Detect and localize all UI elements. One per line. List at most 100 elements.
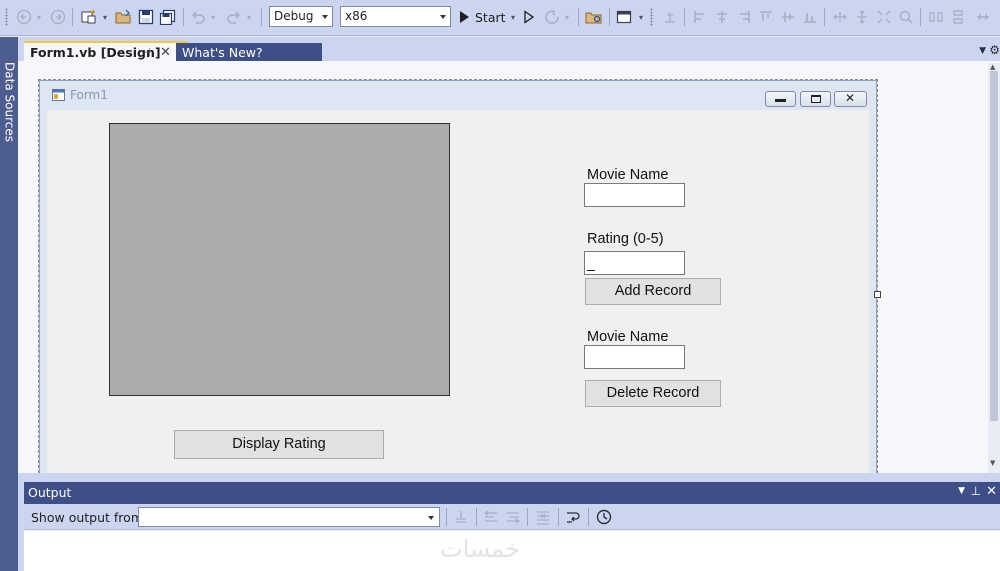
vertical-spacing-icon[interactable]	[948, 7, 968, 27]
rating-label: Rating (0-5)	[587, 231, 664, 247]
save-all-icon[interactable]	[158, 7, 178, 27]
chevron-down-icon	[440, 15, 446, 19]
scroll-down-icon[interactable]: ▼	[990, 459, 995, 467]
add-record-button[interactable]: Add Record	[585, 278, 721, 305]
toolbar-separator	[446, 508, 447, 526]
data-sources-label: Data Sources	[2, 62, 17, 142]
pin-panel-icon[interactable]: ⊥	[971, 484, 981, 498]
back-dropdown-icon[interactable]: ▾	[34, 7, 44, 27]
redo-dropdown-icon[interactable]: ▾	[244, 7, 254, 27]
document-tab-strip: Form1.vb [Design] ⊣ ✕ What's New? ▼ ⚙	[18, 37, 1000, 65]
pin-tab-icon[interactable]: ⊣	[141, 43, 151, 63]
undo-dropdown-icon[interactable]: ▾	[208, 7, 218, 27]
delete-movie-name-label: Movie Name	[587, 329, 669, 345]
tab-label: What's New?	[182, 45, 263, 60]
watermark-logo: خمسات	[440, 535, 521, 563]
solution-configuration-select[interactable]: Debug	[269, 6, 333, 27]
open-file-icon[interactable]	[114, 7, 134, 27]
align-bottoms-icon[interactable]	[800, 7, 820, 27]
new-dropdown-icon[interactable]: ▾	[100, 7, 110, 27]
output-toolbar: Show output from:	[24, 504, 1000, 530]
scrollbar-thumb[interactable]	[990, 71, 998, 421]
layout-window-icon[interactable]	[614, 7, 634, 27]
toolbar-separator	[684, 8, 685, 26]
make-same-width-icon[interactable]	[830, 7, 850, 27]
data-sources-panel-tab[interactable]: Data Sources	[0, 37, 18, 571]
zoom-icon[interactable]	[896, 7, 916, 27]
output-source-select[interactable]	[138, 507, 440, 527]
hot-reload-icon[interactable]	[542, 7, 562, 27]
toolbar-grip[interactable]	[5, 8, 8, 26]
horizontal-spacing-icon[interactable]	[926, 7, 946, 27]
panel-splitter[interactable]	[18, 473, 1000, 482]
align-to-grid-icon[interactable]	[660, 7, 680, 27]
form-resize-handle[interactable]	[874, 291, 881, 298]
align-centers-icon[interactable]	[712, 7, 732, 27]
save-icon[interactable]	[136, 7, 156, 27]
maximize-button[interactable]	[800, 91, 831, 107]
go-to-next-message-icon[interactable]	[504, 508, 522, 529]
align-rights-icon[interactable]	[734, 7, 754, 27]
start-label: Start	[475, 9, 506, 25]
start-debugging-button[interactable]: Start	[458, 7, 508, 27]
movie-name-input[interactable]	[584, 183, 685, 207]
delete-movie-name-input[interactable]	[584, 345, 685, 369]
rating-input[interactable]	[584, 251, 685, 275]
show-timestamps-icon[interactable]	[595, 508, 613, 529]
start-dropdown-icon[interactable]: ▾	[508, 7, 518, 27]
tab-list-dropdown-icon[interactable]: ▼	[979, 46, 986, 56]
output-window-menu-icon[interactable]: ▼	[958, 486, 965, 496]
undo-icon[interactable]	[188, 7, 208, 27]
solution-configuration-value: Debug	[274, 9, 314, 23]
center-horizontally-icon[interactable]	[972, 7, 994, 27]
movie-name-label: Movie Name	[587, 167, 669, 183]
output-panel-header: Output ▼ ⊥ ✕	[24, 482, 1000, 504]
toggle-word-wrap-icon[interactable]	[565, 508, 583, 529]
toolbar-separator	[920, 8, 921, 26]
toolbar-separator	[476, 508, 477, 526]
toolbar-separator	[588, 508, 589, 526]
scroll-up-icon[interactable]: ▲	[990, 63, 995, 71]
toolbar-separator	[609, 8, 610, 26]
close-window-button[interactable]: ✕	[834, 91, 867, 107]
form-title: Form1	[70, 88, 108, 102]
solution-platform-value: x86	[345, 9, 368, 23]
new-project-icon[interactable]	[78, 7, 100, 27]
delete-record-button[interactable]: Delete Record	[585, 380, 721, 407]
output-text-area[interactable]: خمسات	[24, 531, 1000, 571]
toolbar-separator	[261, 8, 262, 26]
solution-platform-select[interactable]: x86	[340, 6, 451, 27]
align-tops-icon[interactable]	[756, 7, 776, 27]
hot-reload-dropdown-icon[interactable]: ▾	[562, 7, 572, 27]
navigate-forward-icon[interactable]	[48, 7, 68, 27]
clear-all-icon[interactable]	[534, 508, 552, 529]
make-same-height-icon[interactable]	[852, 7, 872, 27]
settings-gear-icon[interactable]: ⚙	[989, 43, 1000, 57]
layout-dropdown-icon[interactable]: ▾	[636, 7, 646, 27]
tab-whats-new[interactable]: What's New?	[176, 43, 322, 63]
toolbar-separator	[558, 508, 559, 526]
start-without-debugging-icon[interactable]	[520, 7, 538, 27]
close-panel-icon[interactable]: ✕	[986, 484, 997, 499]
toolbar-separator	[824, 8, 825, 26]
minimize-button[interactable]	[765, 91, 796, 107]
toolbar-separator	[72, 8, 73, 26]
chevron-down-icon	[322, 15, 328, 19]
picture-box[interactable]	[109, 123, 450, 396]
go-to-previous-message-icon[interactable]	[482, 508, 500, 529]
display-rating-button[interactable]: Display Rating	[174, 430, 384, 459]
navigate-back-icon[interactable]	[14, 7, 34, 27]
browse-folder-icon[interactable]	[584, 7, 604, 27]
align-middles-icon[interactable]	[778, 7, 798, 27]
maximize-icon	[811, 95, 821, 103]
toolbar-grip[interactable]	[650, 8, 653, 26]
toolbar-separator	[578, 8, 579, 26]
find-message-in-code-icon[interactable]	[452, 508, 470, 529]
align-lefts-icon[interactable]	[690, 7, 710, 27]
redo-icon[interactable]	[224, 7, 244, 27]
close-tab-icon[interactable]: ✕	[160, 43, 171, 63]
designer-vertical-scrollbar[interactable]: ▲ ▼	[988, 63, 1000, 473]
size-to-grid-icon[interactable]	[874, 7, 894, 27]
form-window-icon	[52, 89, 65, 101]
output-title: Output	[28, 485, 72, 500]
